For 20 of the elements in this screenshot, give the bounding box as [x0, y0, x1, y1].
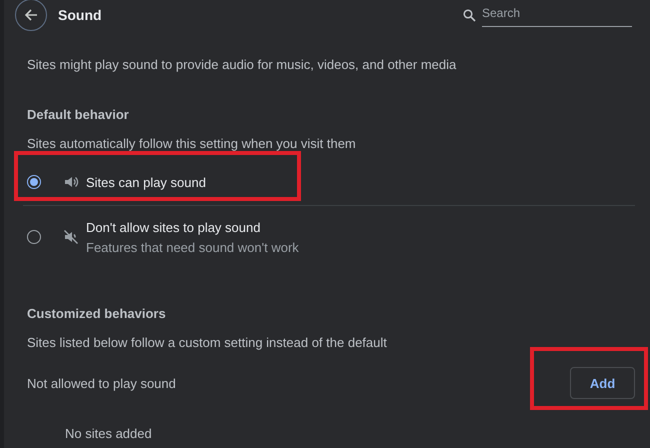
muted-speaker-icon: [63, 229, 79, 245]
speaker-icon: [63, 174, 79, 190]
add-button[interactable]: Add: [570, 367, 635, 399]
section-heading: Default behavior: [27, 107, 130, 122]
radio-button[interactable]: [27, 175, 41, 189]
page-title: Sound: [58, 7, 102, 23]
list-label: Not allowed to play sound: [27, 376, 176, 390]
option-label: Don't allow sites to play sound: [86, 220, 262, 234]
search-icon: [463, 8, 476, 22]
option-description: Features that need sound won't work: [86, 240, 299, 254]
back-button[interactable]: [15, 0, 47, 31]
radio-button[interactable]: [27, 230, 41, 244]
section-subtitle: Sites listed below follow a custom setting instead of the default: [27, 335, 388, 350]
section-subtitle: Sites automatically follow this setting when you visit them: [27, 136, 357, 151]
empty-list-text: No sites added: [65, 426, 153, 441]
option-label: Sites can play sound: [86, 174, 206, 190]
description-text: Sites might play sound to provide audio for music, videos, and other media: [27, 57, 458, 72]
section-heading: Customized behaviors: [27, 306, 167, 321]
back-arrow-icon: [23, 7, 39, 23]
search-field[interactable]: Search: [463, 4, 635, 26]
